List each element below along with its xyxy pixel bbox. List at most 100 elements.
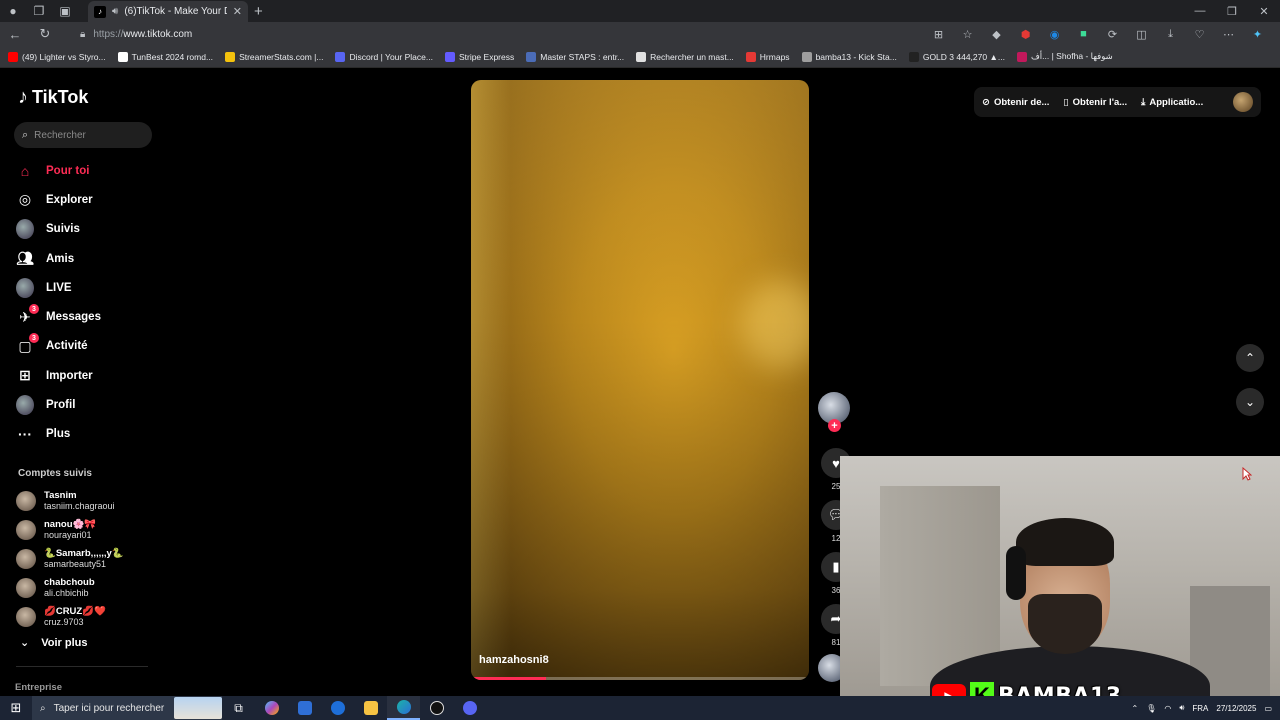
clock[interactable]: 27/12/2025 <box>1216 704 1256 713</box>
wifi-icon[interactable]: ◠ <box>1164 704 1171 713</box>
restore-icon[interactable]: ❐ <box>1216 0 1248 22</box>
sidebar-item-messages[interactable]: ✈︎ 3 Messages <box>16 302 156 331</box>
task-view-icon[interactable]: ⧉ <box>222 696 255 720</box>
workspaces-icon[interactable]: ❐ <box>26 0 52 22</box>
profile-icon[interactable]: ● <box>0 0 26 22</box>
mail-icon[interactable] <box>321 696 354 720</box>
obs-icon[interactable] <box>420 696 453 720</box>
sidebar-item-suivis[interactable]: Suivis <box>16 215 156 244</box>
extension-1-icon[interactable]: ◆ <box>982 22 1011 46</box>
extension-3-icon[interactable]: ◉ <box>1040 22 1069 46</box>
sidebar-item-activit[interactable]: ▢ 3 Activité <box>16 332 156 361</box>
bookmark-item[interactable]: Discord | Your Place... <box>335 51 433 62</box>
tiktok-page: ♪ TikTok ⌕ ⌂ Pour toi ◎ Explorer Suivis 👥︎ Ami… <box>0 68 1280 708</box>
video-progress-bar[interactable] <box>473 677 807 680</box>
tiktok-logo[interactable]: ♪ TikTok <box>18 86 88 109</box>
video-author[interactable]: hamzahosni8 <box>479 654 549 666</box>
bookmark-label: Master STAPS : entr... <box>540 51 625 62</box>
bookmark-item[interactable]: StreamerStats.com |... <box>225 51 323 62</box>
followed-account[interactable]: Tasnim tasniim.chagraoui <box>16 486 156 515</box>
favorite-star-icon[interactable]: ☆ <box>953 22 982 46</box>
menu-icon[interactable]: ⋯ <box>1214 22 1243 46</box>
get-coins-button[interactable]: ⊘ Obtenir de... <box>982 97 1049 108</box>
bookmark-item[interactable]: Stripe Express <box>444 51 514 62</box>
tab-audio-icon[interactable]: 🔊︎ <box>112 6 118 17</box>
extension-2-icon[interactable]: ⬢ <box>1011 22 1040 46</box>
bookmark-item[interactable]: Hrmaps <box>745 51 790 62</box>
volume-icon[interactable]: 🔊︎ <box>1179 703 1184 713</box>
video-frame-gradient <box>471 80 809 680</box>
followed-account[interactable]: chabchoub ali.chbichib <box>16 574 156 603</box>
address-bar[interactable]: 🔒︎ https://www.tiktok.com <box>76 24 980 44</box>
sidebar-item-importer[interactable]: ⊞ Importer <box>16 361 156 390</box>
copilot-taskbar-icon[interactable] <box>255 696 288 720</box>
follow-plus-icon[interactable]: + <box>828 419 841 432</box>
edge-icon[interactable] <box>387 696 420 720</box>
microphone-icon[interactable]: 🎙︎ <box>1146 704 1156 713</box>
sidebar-item-amis[interactable]: 👥︎ Amis <box>16 244 156 273</box>
get-app-button[interactable]: ▯ Obtenir l'a... <box>1063 97 1127 108</box>
followed-account[interactable]: 🐍Samarb,,,,,,y🐍 samarbeauty51 <box>16 544 156 573</box>
search-input[interactable] <box>34 129 135 141</box>
sidebar-item-explorer[interactable]: ◎ Explorer <box>16 185 156 214</box>
tiktok-note-icon: ♪ <box>18 86 28 108</box>
followed-account[interactable]: nanou🌸🎀 nourayari01 <box>16 515 156 544</box>
bookmark-item[interactable]: bamba13 - Kick Sta... <box>801 51 897 62</box>
creator-avatar[interactable]: + <box>818 392 850 432</box>
bookmark-favicon-icon <box>745 51 756 62</box>
sidebar-item-live[interactable]: LIVE <box>16 273 156 302</box>
language-indicator[interactable]: FRA <box>1192 704 1208 713</box>
sidebar-item-profil[interactable]: Profil <box>16 390 156 419</box>
store-icon[interactable] <box>288 696 321 720</box>
close-tab-icon[interactable]: ✕ <box>233 5 242 18</box>
back-button[interactable]: ← <box>0 22 30 46</box>
bookmark-item[interactable]: (49) Lighter vs Styro... <box>8 51 106 62</box>
show-hidden-icons-icon[interactable]: ⌃ <box>1132 704 1139 713</box>
sidebar-item-pourtoi[interactable]: ⌂ Pour toi <box>16 156 156 185</box>
bookmark-label: أف... | Shofha - شوفها <box>1030 51 1113 61</box>
desktop-app-label: Applicatio... <box>1149 96 1204 108</box>
bookmark-item[interactable]: Rechercher un mast... <box>636 51 734 62</box>
browser-tab[interactable]: ♪ 🔊︎ (6)TikTok - Make Your Day ✕ <box>88 1 248 22</box>
taskbar-search[interactable]: ⌕ Taper ici pour rechercher <box>32 696 222 720</box>
user-avatar[interactable] <box>1233 92 1253 112</box>
followed-account[interactable]: 💋CRUZ💋❤️ cruz.9703 <box>16 603 156 632</box>
top-right-actions: ⊘ Obtenir de... ▯ Obtenir l'a... ⤓ Applicat… <box>974 87 1261 117</box>
business-label[interactable]: Entreprise <box>15 682 62 693</box>
close-window-icon[interactable]: ✕ <box>1248 0 1280 22</box>
sidebar-item-label: Suivis <box>46 223 80 236</box>
sidebar-item-plus[interactable]: ··· Plus <box>16 420 156 449</box>
bookmark-item[interactable]: Master STAPS : entr... <box>526 51 625 62</box>
new-tab-button[interactable]: + <box>254 3 263 20</box>
previous-video-button[interactable]: ⌃ <box>1236 344 1264 372</box>
extension-4-icon[interactable]: ■ <box>1069 22 1098 46</box>
account-handle: tasniim.chagraoui <box>44 500 115 511</box>
copilot-icon[interactable]: ✦ <box>1243 22 1272 46</box>
downloads-icon[interactable]: ⤓ <box>1156 22 1185 46</box>
file-explorer-icon[interactable] <box>354 696 387 720</box>
discord-icon[interactable] <box>453 696 486 720</box>
sidebar-item-label: Messages <box>46 311 101 324</box>
split-screen-icon[interactable]: ◫ <box>1127 22 1156 46</box>
see-more-button[interactable]: ⌄ Voir plus <box>20 636 87 650</box>
tab-actions-icon[interactable]: ▣ <box>52 0 78 22</box>
bookmark-item[interactable]: أف... | Shofha - شوفها <box>1016 51 1113 62</box>
windows-taskbar: ⊞ ⌕ Taper ici pour rechercher ⧉ ⌃ 🎙︎ ◠ 🔊… <box>0 696 1280 720</box>
notifications-icon[interactable]: ▭ <box>1264 704 1272 713</box>
bookmark-item[interactable]: GOLD 3 444,270 ▲... <box>908 51 1005 62</box>
sidebar-item-label: Pour toi <box>46 164 90 177</box>
refresh-button[interactable]: ↻ <box>30 22 60 46</box>
windows-start-icon[interactable]: ⊞ <box>0 696 32 720</box>
search-box[interactable]: ⌕ <box>14 122 152 148</box>
lock-icon[interactable]: 🔒︎ <box>80 29 85 40</box>
bookmark-item[interactable]: TunBest 2024 romd... <box>117 51 213 62</box>
next-video-button[interactable]: ⌄ <box>1236 388 1264 416</box>
taskbar-search-text: Taper ici pour rechercher <box>53 702 165 714</box>
bookmark-label: bamba13 - Kick Sta... <box>815 51 897 62</box>
app-available-icon[interactable]: ⊞ <box>924 22 953 46</box>
minimize-icon[interactable]: — <box>1184 0 1216 22</box>
browser-essentials-icon[interactable]: ♡ <box>1185 22 1214 46</box>
extensions-icon[interactable]: ⟳ <box>1098 22 1127 46</box>
video-player[interactable]: hamzahosni8 <box>471 80 809 680</box>
desktop-app-button[interactable]: ⤓ Applicatio... <box>1141 97 1203 108</box>
